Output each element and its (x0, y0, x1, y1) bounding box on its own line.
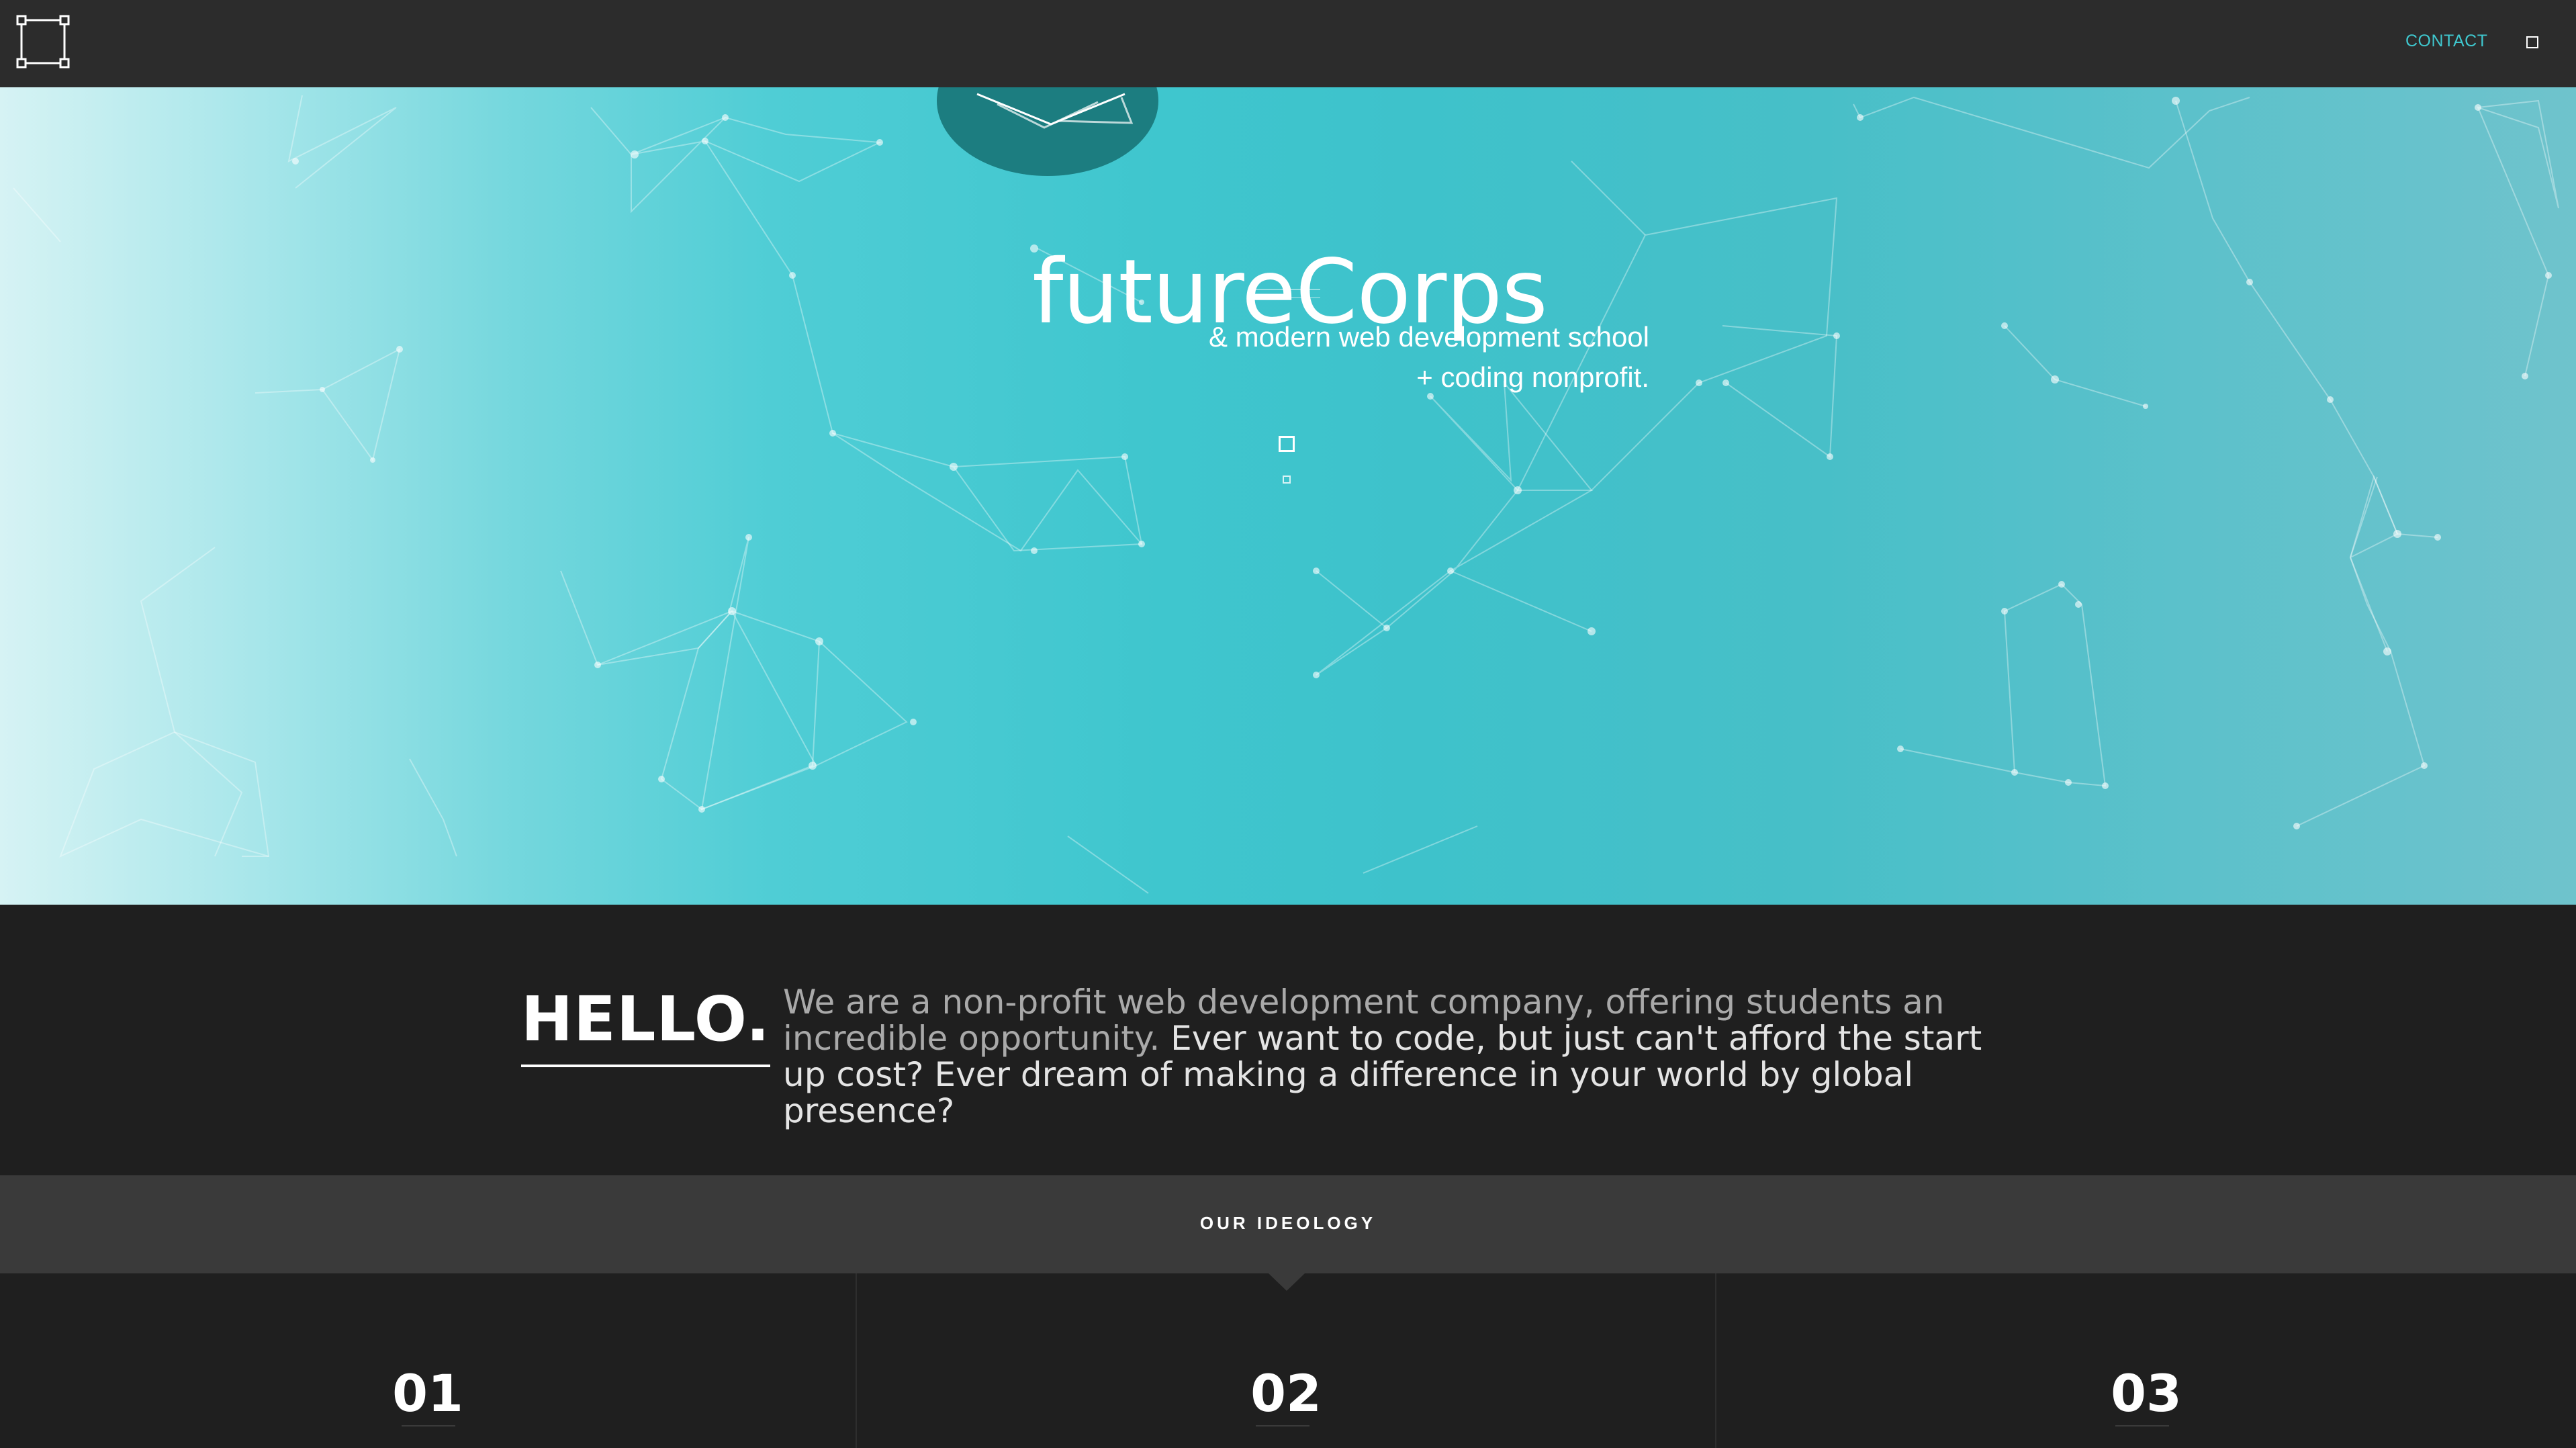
ideology-column-1: 01 (0, 1273, 857, 1448)
hello-heading: HELLO. (521, 983, 770, 1067)
column-number-underline (1256, 1425, 1309, 1427)
ideology-column-3: 03 (1716, 1273, 2576, 1448)
hero-section: futureCorps & modern web development sch… (0, 87, 2576, 905)
column-number: 03 (2111, 1363, 2182, 1423)
ideology-columns: 01 02 03 (0, 1273, 2576, 1448)
ideology-title: OUR IDEOLOGY (1199, 1213, 1377, 1233)
contact-link[interactable]: CONTACT (2405, 32, 2487, 51)
hero-divider-secondary (1250, 297, 1320, 298)
ideology-header: OUR IDEOLOGY (0, 1175, 2576, 1273)
ideology-pointer-icon (1269, 1273, 1305, 1291)
hello-description: We are a non-profit web development comp… (783, 984, 2032, 1129)
top-nav-bar: CONTACT (0, 0, 2576, 87)
slide-indicator-active[interactable] (1279, 436, 1295, 452)
network-background (13, 95, 2559, 894)
column-number-underline (2115, 1425, 2169, 1427)
hero-divider (1250, 289, 1320, 290)
menu-toggle-icon[interactable] (2526, 36, 2538, 48)
column-number: 01 (392, 1363, 463, 1423)
column-number: 02 (1250, 1363, 1322, 1423)
hello-section: HELLO. We are a non-profit web developme… (0, 905, 2576, 1175)
column-number-underline (402, 1425, 455, 1427)
slide-indicator[interactable] (1283, 476, 1291, 484)
ideology-column-2: 02 (857, 1273, 1716, 1448)
logo-icon[interactable] (16, 15, 70, 69)
emblem-icon (937, 87, 1158, 176)
hero-tagline-line2: + coding nonprofit. (1416, 361, 1649, 393)
hero-tagline-line1: & modern web development school (1208, 321, 1649, 353)
